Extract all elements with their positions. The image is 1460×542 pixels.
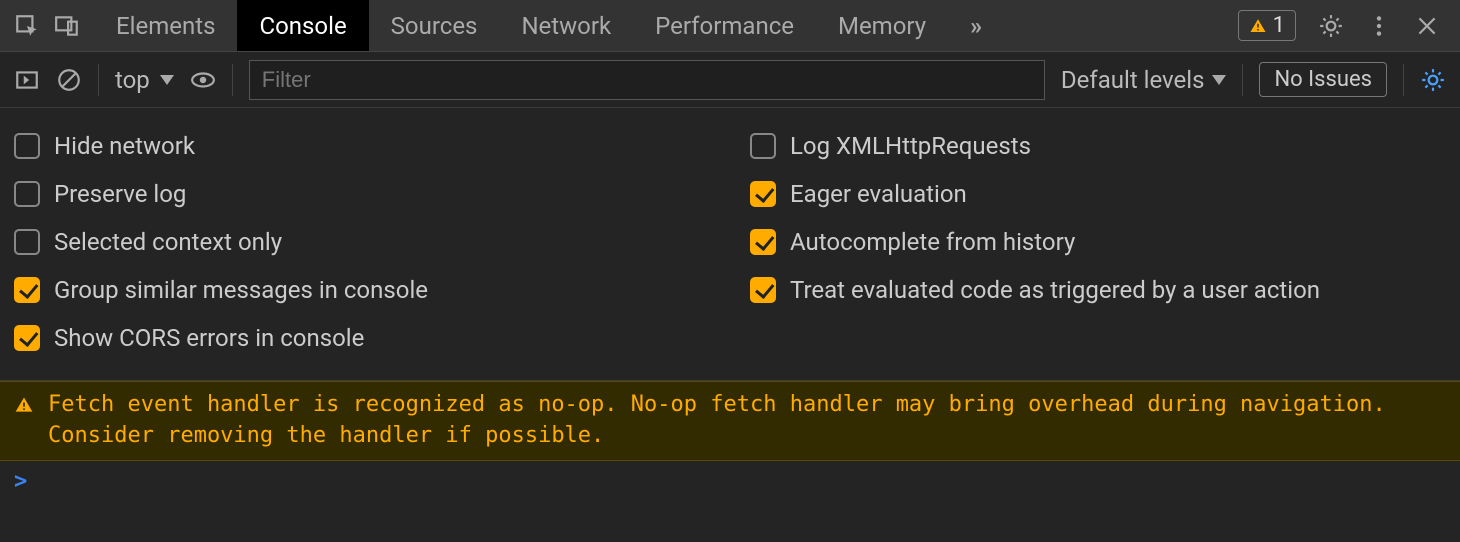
setting-label: Group similar messages in console xyxy=(54,276,428,304)
console-settings-panel: Hide network Preserve log Selected context… xyxy=(0,108,1460,381)
checkbox[interactable] xyxy=(750,181,776,207)
setting-option[interactable]: Selected context only xyxy=(14,218,710,266)
setting-label: Show CORS errors in console xyxy=(54,324,364,352)
warning-count-badge[interactable]: 1 xyxy=(1238,10,1296,41)
filter-input[interactable] xyxy=(249,60,1045,100)
live-expression-icon[interactable] xyxy=(190,67,216,93)
issues-button[interactable]: No Issues xyxy=(1259,62,1387,97)
tab-elements[interactable]: Elements xyxy=(94,0,237,51)
console-toolbar: top Default levels No Issues xyxy=(0,52,1460,108)
setting-label: Treat evaluated code as triggered by a u… xyxy=(790,276,1320,304)
setting-label: Eager evaluation xyxy=(790,180,967,208)
close-icon[interactable] xyxy=(1414,13,1440,39)
checkbox[interactable] xyxy=(14,229,40,255)
tabbar-right: 1 xyxy=(1238,10,1460,41)
checkbox[interactable] xyxy=(750,229,776,255)
separator xyxy=(232,64,233,96)
console-warning-message[interactable]: Fetch event handler is recognized as no-… xyxy=(0,381,1460,461)
tab-more[interactable]: » xyxy=(948,0,1004,51)
setting-option[interactable]: Group similar messages in console xyxy=(14,266,710,314)
devtools-tabbar: Elements Console Sources Network Perform… xyxy=(0,0,1460,52)
setting-option[interactable]: Treat evaluated code as triggered by a u… xyxy=(750,266,1446,314)
checkbox[interactable] xyxy=(750,277,776,303)
setting-option[interactable]: Autocomplete from history xyxy=(750,218,1446,266)
separator xyxy=(98,64,99,96)
tab-network[interactable]: Network xyxy=(499,0,633,51)
tab-console[interactable]: Console xyxy=(237,0,368,51)
tab-performance[interactable]: Performance xyxy=(633,0,816,51)
separator xyxy=(1403,64,1404,96)
warning-text: Fetch event handler is recognized as no-… xyxy=(48,390,1446,452)
chevron-down-icon xyxy=(160,75,174,85)
warning-count: 1 xyxy=(1273,13,1285,38)
setting-option[interactable]: Hide network xyxy=(14,122,710,170)
tab-strip: Elements Console Sources Network Perform… xyxy=(94,0,1004,51)
setting-option[interactable]: Log XMLHttpRequests xyxy=(750,122,1446,170)
checkbox[interactable] xyxy=(14,277,40,303)
settings-right-col: Log XMLHttpRequests Eager evaluation Autoc… xyxy=(750,122,1446,362)
console-prompt[interactable]: > xyxy=(0,461,1460,502)
inspect-icon[interactable] xyxy=(14,13,40,39)
warning-icon xyxy=(14,394,34,425)
setting-label: Preserve log xyxy=(54,180,186,208)
tab-memory[interactable]: Memory xyxy=(816,0,948,51)
checkbox[interactable] xyxy=(750,133,776,159)
sidebar-toggle-icon[interactable] xyxy=(14,67,40,93)
context-label: top xyxy=(115,66,150,94)
device-toggle-icon[interactable] xyxy=(54,13,80,39)
setting-option[interactable]: Show CORS errors in console xyxy=(14,314,710,362)
tabbar-left-icons xyxy=(0,13,94,39)
separator xyxy=(1242,64,1243,96)
checkbox[interactable] xyxy=(14,133,40,159)
tab-sources[interactable]: Sources xyxy=(369,0,500,51)
settings-gear-icon[interactable] xyxy=(1318,13,1344,39)
levels-label: Default levels xyxy=(1061,66,1205,94)
context-selector[interactable]: top xyxy=(115,66,174,94)
setting-label: Log XMLHttpRequests xyxy=(790,132,1031,160)
settings-left-col: Hide network Preserve log Selected context… xyxy=(14,122,710,362)
setting-label: Hide network xyxy=(54,132,195,160)
log-levels-dropdown[interactable]: Default levels xyxy=(1061,66,1227,94)
setting-label: Selected context only xyxy=(54,228,282,256)
checkbox[interactable] xyxy=(14,181,40,207)
clear-console-icon[interactable] xyxy=(56,67,82,93)
checkbox[interactable] xyxy=(14,325,40,351)
setting-option[interactable]: Preserve log xyxy=(14,170,710,218)
console-settings-gear-icon[interactable] xyxy=(1420,67,1446,93)
kebab-menu-icon[interactable] xyxy=(1366,13,1392,39)
setting-option[interactable]: Eager evaluation xyxy=(750,170,1446,218)
chevron-down-icon xyxy=(1212,75,1226,85)
setting-label: Autocomplete from history xyxy=(790,228,1075,256)
